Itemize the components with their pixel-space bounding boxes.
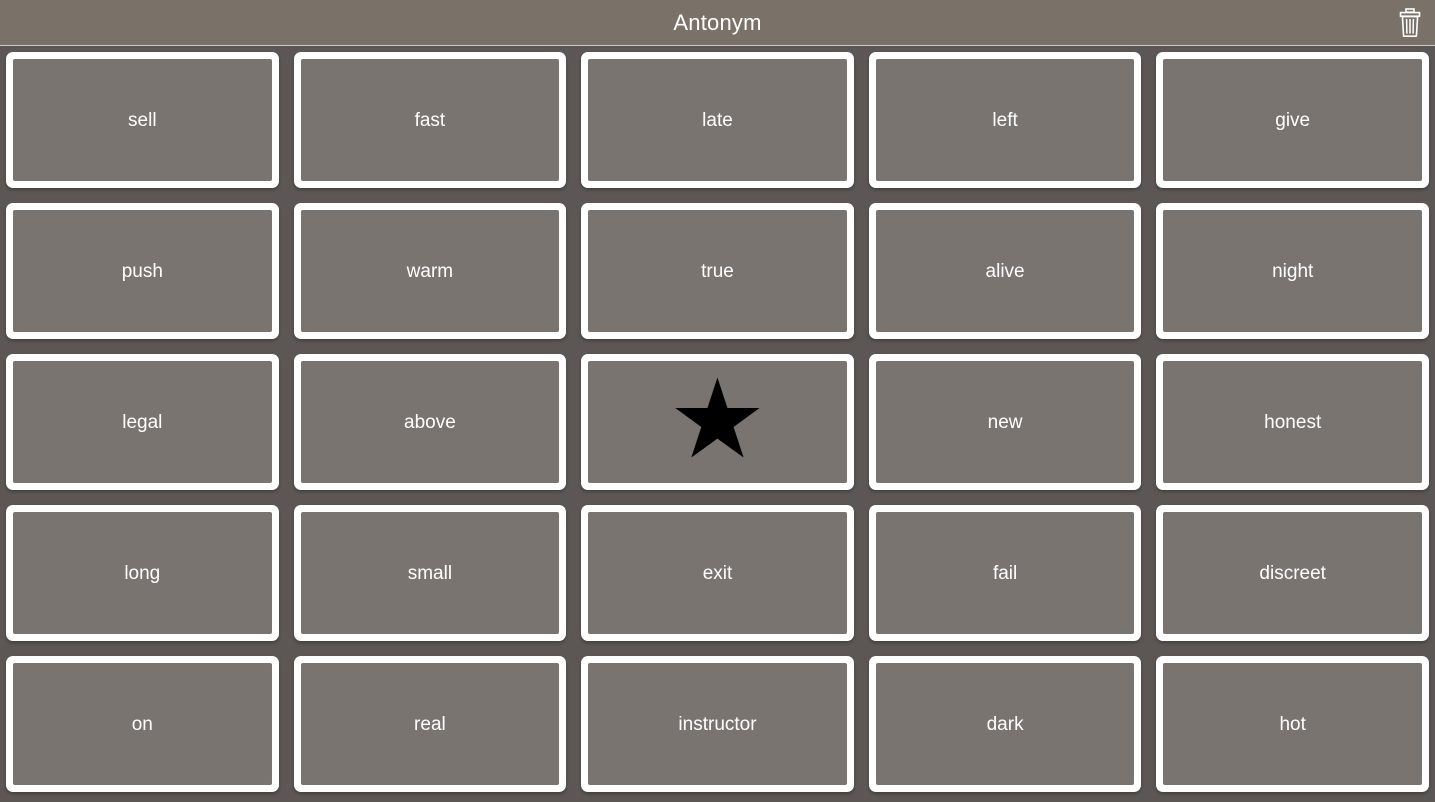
bingo-card-label: instructor xyxy=(678,713,757,735)
bingo-card-label: exit xyxy=(702,562,733,584)
bingo-card-label: on xyxy=(131,713,153,735)
bingo-card-label: late xyxy=(702,109,733,131)
bingo-card-label: dark xyxy=(986,713,1024,735)
bingo-card[interactable]: on xyxy=(6,656,279,792)
bingo-card-face: long xyxy=(13,512,272,634)
bingo-card-face: give xyxy=(1163,59,1422,181)
bingo-card[interactable]: fail xyxy=(868,505,1142,641)
bingo-card-face: on xyxy=(13,663,272,785)
bingo-card-face: left xyxy=(875,59,1135,181)
bingo-card[interactable]: discreet xyxy=(1156,505,1429,641)
bingo-card-label: real xyxy=(414,713,446,735)
bingo-card-face: real xyxy=(300,663,560,785)
bingo-card[interactable]: long xyxy=(6,505,279,641)
bingo-card[interactable]: warm xyxy=(293,203,567,339)
bingo-card-face: sell xyxy=(13,59,272,181)
page-title: Antonym xyxy=(673,9,762,35)
star-icon: ★ xyxy=(668,361,767,482)
bingo-card-label: alive xyxy=(985,260,1025,282)
bingo-card-label: left xyxy=(992,109,1018,131)
trash-button[interactable] xyxy=(1393,5,1427,41)
bingo-card-face: push xyxy=(13,210,272,332)
bingo-card-face: exit xyxy=(588,512,847,634)
bingo-card-face: above xyxy=(300,361,560,483)
bingo-card[interactable]: exit xyxy=(581,505,854,641)
bingo-card-label: warm xyxy=(406,260,454,282)
bingo-card-label: fast xyxy=(414,109,446,131)
bingo-card[interactable]: small xyxy=(293,505,567,641)
bingo-card-face: fast xyxy=(300,59,560,181)
bingo-card-face: fail xyxy=(875,512,1135,634)
bingo-card[interactable]: ★ xyxy=(581,354,854,490)
bingo-card-label: long xyxy=(124,562,161,584)
bingo-board-app: Antonym sell fast late left give push warm true… xyxy=(0,0,1435,802)
bingo-card-face: hot xyxy=(1163,663,1422,785)
card-board: sell fast late left give push warm true alive nig… xyxy=(0,47,1435,802)
bingo-card[interactable]: honest xyxy=(1156,354,1429,490)
bingo-card-face: ★ xyxy=(588,361,847,483)
bingo-card-label: honest xyxy=(1264,411,1322,433)
app-header: Antonym xyxy=(0,0,1435,46)
bingo-card-face: alive xyxy=(875,210,1135,332)
bingo-card-face: dark xyxy=(875,663,1135,785)
card-grid: sell fast late left give push warm true alive nig… xyxy=(6,52,1429,792)
bingo-card-label: new xyxy=(987,411,1023,433)
bingo-card[interactable]: sell xyxy=(6,52,279,188)
bingo-card[interactable]: dark xyxy=(868,656,1142,792)
bingo-card[interactable]: late xyxy=(581,52,854,188)
bingo-card[interactable]: night xyxy=(1156,203,1429,339)
bingo-card-face: honest xyxy=(1163,361,1422,483)
bingo-card[interactable]: true xyxy=(581,203,854,339)
bingo-card-label: give xyxy=(1275,109,1311,131)
bingo-card[interactable]: real xyxy=(293,656,567,792)
bingo-card-face: true xyxy=(588,210,847,332)
bingo-card-label: sell xyxy=(128,109,157,131)
bingo-card[interactable]: left xyxy=(868,52,1142,188)
bingo-card-label: discreet xyxy=(1259,562,1326,584)
bingo-card-label: small xyxy=(407,562,453,584)
bingo-card-face: small xyxy=(300,512,560,634)
bingo-card-label: night xyxy=(1272,260,1314,282)
bingo-card-face: discreet xyxy=(1163,512,1422,634)
bingo-card[interactable]: push xyxy=(6,203,279,339)
bingo-card-face: legal xyxy=(13,361,272,483)
trash-icon xyxy=(1397,7,1423,38)
bingo-card-label: fail xyxy=(992,562,1018,584)
bingo-card-label: push xyxy=(121,260,163,282)
bingo-card[interactable]: legal xyxy=(6,354,279,490)
bingo-card-label: hot xyxy=(1279,713,1306,735)
bingo-card[interactable]: alive xyxy=(868,203,1142,339)
bingo-card-label: above xyxy=(404,411,456,433)
bingo-card-face: new xyxy=(875,361,1135,483)
bingo-card-face: late xyxy=(588,59,847,181)
bingo-card-face: night xyxy=(1163,210,1422,332)
bingo-card[interactable]: give xyxy=(1156,52,1429,188)
bingo-card[interactable]: new xyxy=(868,354,1142,490)
bingo-card-label: legal xyxy=(122,411,163,433)
bingo-card[interactable]: fast xyxy=(293,52,567,188)
bingo-card-label: true xyxy=(701,260,734,282)
bingo-card-face: warm xyxy=(300,210,560,332)
bingo-card[interactable]: hot xyxy=(1156,656,1429,792)
bingo-card[interactable]: instructor xyxy=(581,656,854,792)
bingo-card-face: instructor xyxy=(588,663,847,785)
bingo-card[interactable]: above xyxy=(293,354,567,490)
